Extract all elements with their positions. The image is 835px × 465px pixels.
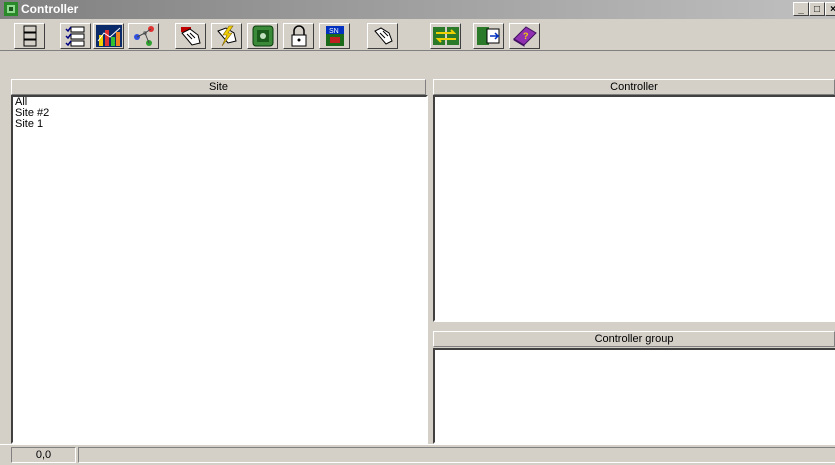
close-button[interactable]: × — [825, 2, 835, 16]
app-icon — [4, 2, 18, 16]
status-bar: 0,0 — [0, 444, 835, 465]
site-header[interactable]: Site — [11, 79, 426, 95]
pointer-hand-icon — [373, 27, 393, 45]
site-list[interactable]: All Site #2 Site 1 — [11, 95, 428, 444]
controller-group-list[interactable] — [433, 348, 835, 444]
horizontal-splitter[interactable] — [433, 322, 835, 330]
list-item[interactable]: Site 1 — [13, 119, 426, 130]
maximize-button[interactable]: □ — [809, 2, 825, 16]
status-coords: 0,0 — [11, 447, 76, 463]
title-bar[interactable]: Controller _ □ × — [0, 0, 835, 19]
list-item[interactable]: All — [13, 97, 426, 108]
controller-group-header[interactable]: Controller group — [433, 331, 835, 347]
controller-list[interactable] — [433, 95, 835, 322]
lock-icon — [291, 25, 306, 47]
help-book-button[interactable]: ? — [509, 23, 540, 49]
device-icon — [252, 25, 273, 47]
svg-text:?: ? — [523, 31, 529, 41]
transfer-button[interactable] — [430, 23, 461, 49]
status-message — [78, 447, 835, 463]
checklist-icon — [64, 26, 84, 47]
chart-button[interactable] — [93, 23, 124, 49]
controller-header[interactable]: Controller — [433, 79, 835, 95]
grid-view-button[interactable] — [14, 23, 45, 49]
sn-card-icon: SN — [325, 26, 344, 46]
lightning-button[interactable] — [211, 23, 242, 49]
lock-button[interactable] — [283, 23, 314, 49]
svg-text:SN: SN — [329, 28, 339, 35]
window-title: Controller — [21, 2, 79, 16]
sn-card-button[interactable]: SN — [319, 23, 350, 49]
grid-view-icon — [23, 25, 36, 47]
hand-click-icon — [180, 27, 201, 46]
export-button[interactable] — [473, 23, 504, 49]
hand-click-button[interactable] — [175, 23, 206, 49]
toolbar: SN ? — [0, 20, 835, 51]
lightning-icon — [216, 25, 237, 47]
device-button[interactable] — [247, 23, 278, 49]
list-item[interactable]: Site #2 — [13, 108, 426, 119]
checklist-button[interactable] — [60, 23, 91, 49]
chart-icon — [95, 25, 122, 47]
network-button[interactable] — [128, 23, 159, 49]
pointer-hand-button[interactable] — [367, 23, 398, 49]
help-book-icon: ? — [512, 26, 537, 47]
network-icon — [133, 26, 154, 46]
minimize-button[interactable]: _ — [793, 2, 809, 16]
transfer-icon — [432, 27, 459, 45]
export-icon — [476, 27, 500, 45]
